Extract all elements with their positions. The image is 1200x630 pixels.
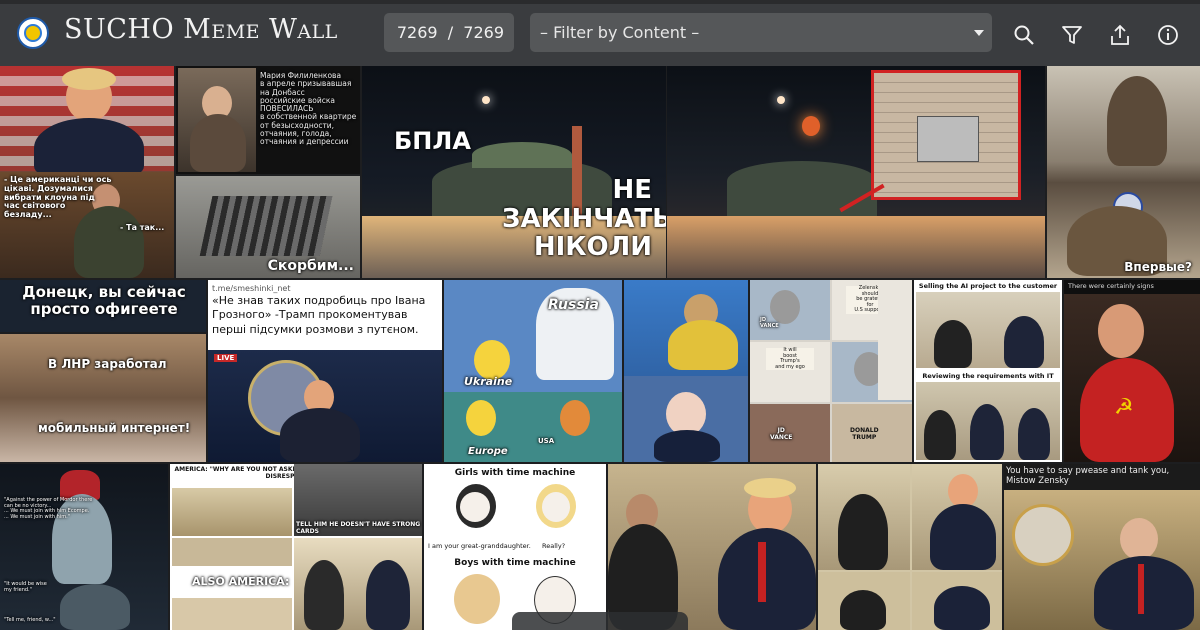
filter-icon[interactable] (1061, 24, 1083, 46)
meme-caption: TELL HIM HE DOESN'T HAVE STRONG CARDS (296, 521, 421, 535)
meme-caption: Reviewing the requirements with IT (914, 372, 1062, 380)
chevron-down-icon (974, 30, 984, 36)
counter-text: 7269 / 7269 (396, 23, 504, 42)
meme-tile[interactable]: There were certainly signs ☭ (1064, 280, 1200, 462)
sucho-logo[interactable] (17, 17, 49, 49)
result-counter[interactable]: 7269 / 7269 (384, 13, 514, 52)
meme-caption: It will boost Trump's and my ego (766, 347, 814, 370)
meme-caption: Донецк, вы сейчас просто офигеете (22, 283, 186, 318)
meme-label: Ukraine (464, 375, 513, 388)
meme-tile[interactable]: Russia Ukraine Europe USA (444, 280, 622, 462)
live-badge: LIVE (214, 354, 238, 362)
meme-caption: Boys with time machine (454, 558, 576, 568)
meme-caption: JD VANCE (760, 317, 779, 329)
meme-caption: В ЛНР заработал (48, 357, 167, 371)
meme-tile[interactable] (667, 66, 1045, 278)
meme-caption: There were certainly signs (1068, 282, 1154, 290)
meme-caption: Selling the AI project to the customer (914, 282, 1062, 290)
meme-caption: НЕ ЗАКІНЧАТЬСЯ НІКОЛИ (502, 175, 666, 263)
meme-caption: JD VANCE (770, 427, 793, 441)
meme-tile[interactable]: t.me/smeshinki_net «Не знав таких подроб… (208, 280, 442, 462)
meme-caption: You have to say pwease and tank you, Mis… (1006, 466, 1170, 487)
meme-tile[interactable]: Girls with time machine I am your great-… (424, 464, 606, 630)
scroll-shadow (512, 612, 688, 630)
app-title: SUCHO Meme Wall (64, 14, 338, 45)
meme-caption: Скорбим... (267, 257, 354, 274)
meme-caption: БПЛА (394, 127, 471, 155)
meme-caption: "It would be wise my friend." (4, 581, 47, 593)
meme-label: Europe (468, 446, 508, 457)
filter-placeholder: – Filter by Content – (540, 23, 700, 42)
meme-tile[interactable]: Донецк, вы сейчас просто офигеете (0, 280, 206, 332)
meme-tile[interactable]: Мария Филиленкова в апреле призывавшая н… (176, 66, 360, 174)
share-icon[interactable] (1109, 24, 1131, 46)
info-icon[interactable] (1157, 24, 1179, 46)
meme-tile[interactable]: Скорбим... (176, 176, 360, 278)
meme-tile[interactable]: Selling the AI project to the customer R… (914, 280, 1062, 462)
meme-caption: мобильный интернет! (38, 421, 191, 435)
meme-caption: Girls with time machine (454, 468, 576, 478)
meme-tile[interactable]: БПЛА НЕ ЗАКІНЧАТЬСЯ НІКОЛИ (362, 66, 666, 278)
meme-text: Мария Филиленкова в апреле призывавшая н… (260, 71, 357, 146)
meme-caption: ALSO AMERICA: (192, 575, 290, 588)
meme-caption: - Та так... (120, 223, 165, 232)
content-filter-select[interactable]: – Filter by Content – (530, 13, 992, 52)
top-bar: SUCHO Meme Wall 7269 / 7269 – Filter by … (0, 0, 1200, 66)
meme-wall: - Це американці чи ось цікаві. Дозумалис… (0, 66, 1200, 630)
meme-caption: - Це американці чи ось цікаві. Дозумалис… (4, 175, 112, 220)
meme-caption: I am your great-granddaughter. (428, 542, 531, 550)
meme-tile[interactable]: Впервые? (1047, 66, 1200, 278)
meme-tile[interactable]: - Це американці чи ось цікаві. Дозумалис… (0, 66, 174, 278)
meme-tile[interactable] (624, 280, 748, 462)
meme-tile[interactable]: В ЛНР заработал мобильный интернет! (0, 334, 206, 462)
meme-caption: "Against the power of Mordor there can b… (4, 497, 93, 520)
meme-tile[interactable]: "Against the power of Mordor there can b… (0, 464, 168, 630)
meme-text: «Не знав таких подробиць про Івана Грозн… (212, 294, 426, 336)
search-icon[interactable] (1013, 24, 1035, 46)
meme-label: Russia (548, 297, 599, 313)
meme-caption: DONALD TRUMP (850, 427, 879, 441)
meme-tile[interactable] (608, 464, 816, 630)
source-handle: t.me/smeshinki_net (212, 284, 291, 293)
meme-tile[interactable] (818, 464, 1002, 630)
logo-emblem (24, 24, 42, 42)
meme-caption: Впервые? (1124, 259, 1192, 274)
meme-label: USA (538, 437, 555, 445)
meme-tile[interactable] (878, 280, 912, 400)
meme-caption: "Tell me, friend, w..." (4, 617, 56, 623)
meme-tile[interactable]: You have to say pwease and tank you, Mis… (1004, 464, 1200, 630)
meme-tile[interactable]: AMERICA: "WHY ARE YOU NOT ASKING ABOUT U… (170, 464, 422, 630)
meme-caption: Really? (542, 542, 566, 550)
